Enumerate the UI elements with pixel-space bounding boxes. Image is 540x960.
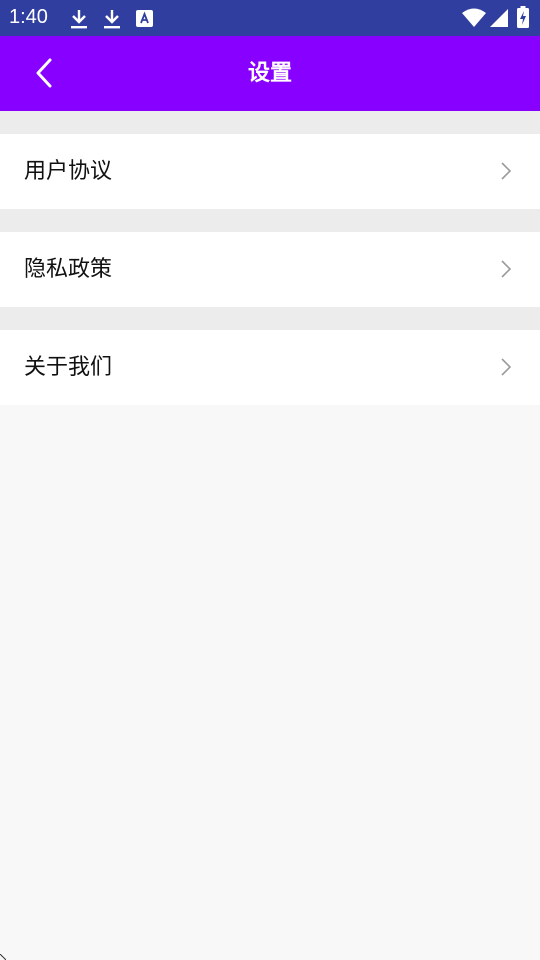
download-icon (71, 10, 87, 29)
battery-charging-icon (517, 6, 529, 28)
menu-item-label: 关于我们 (24, 355, 113, 380)
page-title: 设置 (247, 61, 292, 86)
status-bar: 1:40 (0, 0, 540, 36)
section-divider (0, 209, 540, 232)
menu-item-user-agreement[interactable]: 用户协议 (0, 134, 540, 209)
font-icon (136, 10, 153, 27)
app-header: 设置 (0, 36, 540, 111)
wifi-icon (462, 8, 486, 27)
screen-corner (0, 954, 6, 960)
status-time: 1:40 (9, 6, 48, 28)
menu-item-label: 用户协议 (24, 159, 113, 184)
menu-item-about-us[interactable]: 关于我们 (0, 330, 540, 405)
menu-item-label: 隐私政策 (24, 257, 113, 282)
download-icon (104, 10, 120, 29)
chevron-right-icon (501, 162, 512, 180)
section-divider (0, 111, 540, 134)
menu-item-privacy-policy[interactable]: 隐私政策 (0, 232, 540, 307)
section-divider (0, 307, 540, 330)
chevron-right-icon (501, 260, 512, 278)
chevron-right-icon (501, 358, 512, 376)
cell-signal-icon (490, 9, 508, 27)
